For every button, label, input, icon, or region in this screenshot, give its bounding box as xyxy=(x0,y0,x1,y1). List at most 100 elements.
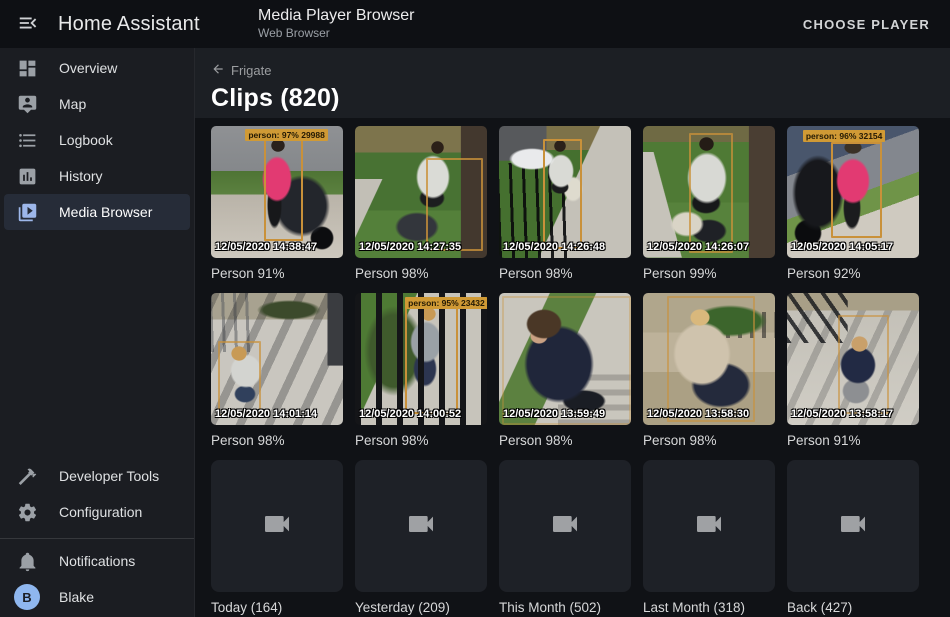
list-bulleted-icon xyxy=(16,129,38,151)
folder-card[interactable]: Yesterday (209) xyxy=(355,460,487,616)
detection-label: person: 97% 29988 xyxy=(245,129,328,141)
folder-tile xyxy=(787,460,919,592)
clip-timestamp: 12/05/2020 14:38:47 xyxy=(215,241,317,253)
detection-bounding-box xyxy=(264,137,304,241)
sidebar-item-notifications[interactable]: Notifications xyxy=(4,543,190,579)
view-dashboard-icon xyxy=(16,57,38,79)
clip-caption: Person 98% xyxy=(643,432,775,449)
sidebar-item-developer-tools[interactable]: Developer Tools xyxy=(4,458,190,494)
clip-timestamp: 12/05/2020 14:05:17 xyxy=(791,241,893,253)
sidebar-item-user[interactable]: B Blake xyxy=(4,579,190,615)
page-header-subtitle: Web Browser xyxy=(258,26,415,41)
clip-timestamp: 12/05/2020 14:00:52 xyxy=(359,408,461,420)
clip-timestamp: 12/05/2020 13:58:17 xyxy=(791,408,893,420)
detection-bounding-box xyxy=(689,133,733,253)
menu-toggle-button[interactable] xyxy=(4,0,52,48)
bell-icon xyxy=(16,550,38,572)
folder-tile xyxy=(211,460,343,592)
breadcrumb-back-button[interactable]: Frigate xyxy=(194,48,271,79)
video-camera-icon xyxy=(543,508,587,545)
clip-card[interactable]: 12/05/2020 14:26:07 Person 99% xyxy=(643,126,775,282)
breadcrumb-label: Frigate xyxy=(231,63,271,78)
sidebar-item-label: Notifications xyxy=(59,553,135,569)
clip-thumbnail: 12/05/2020 13:59:49 xyxy=(499,293,631,425)
clip-card[interactable]: person: 95% 23432 12/05/2020 14:00:52 Pe… xyxy=(355,293,487,449)
detection-label: person: 96% 32154 xyxy=(803,130,886,142)
folder-card[interactable]: Today (164) xyxy=(211,460,343,616)
gear-icon xyxy=(16,501,38,523)
clip-thumbnail: person: 96% 32154 12/05/2020 14:05:17 xyxy=(787,126,919,258)
clip-caption: Person 98% xyxy=(211,432,343,449)
choose-player-button[interactable]: CHOOSE PLAYER xyxy=(797,0,936,48)
detection-label: person: 95% 23432 xyxy=(405,297,487,309)
clip-card[interactable]: 12/05/2020 14:01:14 Person 98% xyxy=(211,293,343,449)
clip-timestamp: 12/05/2020 14:27:35 xyxy=(359,241,461,253)
clip-card[interactable]: 12/05/2020 14:27:35 Person 98% xyxy=(355,126,487,282)
sidebar-divider xyxy=(0,538,194,539)
clip-caption: Person 98% xyxy=(355,432,487,449)
user-name: Blake xyxy=(59,589,94,605)
clip-card[interactable]: person: 96% 32154 12/05/2020 14:05:17 Pe… xyxy=(787,126,919,282)
folder-caption: Yesterday (209) xyxy=(355,599,487,616)
page-title: Clips (820) xyxy=(194,79,950,113)
video-camera-icon xyxy=(687,508,731,545)
clip-caption: Person 99% xyxy=(643,265,775,282)
clip-thumbnail: 12/05/2020 14:26:48 xyxy=(499,126,631,258)
sidebar-item-label: Developer Tools xyxy=(59,468,159,484)
clip-card[interactable]: 12/05/2020 13:58:17 Person 91% xyxy=(787,293,919,449)
sidebar-item-configuration[interactable]: Configuration xyxy=(4,494,190,530)
clip-card[interactable]: person: 97% 29988 12/05/2020 14:38:47 Pe… xyxy=(211,126,343,282)
sidebar-item-label: Map xyxy=(59,96,86,112)
sidebar-item-overview[interactable]: Overview xyxy=(4,50,190,86)
sidebar-item-label: Overview xyxy=(59,60,117,76)
video-camera-icon xyxy=(255,508,299,545)
hammer-icon xyxy=(16,465,38,487)
clip-timestamp: 12/05/2020 14:26:07 xyxy=(647,241,749,253)
folder-card[interactable]: Last Month (318) xyxy=(643,460,775,616)
clip-card[interactable]: 12/05/2020 13:58:30 Person 98% xyxy=(643,293,775,449)
detection-bounding-box xyxy=(543,139,583,249)
clip-card[interactable]: 12/05/2020 13:59:49 Person 98% xyxy=(499,293,631,449)
chart-box-icon xyxy=(16,165,38,187)
sidebar-nav: Overview Map Logbook History Media Brows… xyxy=(0,48,194,230)
clip-timestamp: 12/05/2020 14:01:14 xyxy=(215,408,317,420)
sidebar: Overview Map Logbook History Media Brows… xyxy=(0,48,195,617)
clip-thumbnail: 12/05/2020 14:27:35 xyxy=(355,126,487,258)
clip-caption: Person 98% xyxy=(499,432,631,449)
clip-thumbnail: person: 97% 29988 12/05/2020 14:38:47 xyxy=(211,126,343,258)
page-header-title: Media Player Browser xyxy=(258,6,415,26)
clip-thumbnail: 12/05/2020 14:26:07 xyxy=(643,126,775,258)
app-title: Home Assistant xyxy=(58,13,200,36)
detection-bounding-box xyxy=(667,296,755,423)
detection-bounding-box xyxy=(405,305,458,415)
page-header: Media Player Browser Web Browser xyxy=(258,6,415,41)
menu-open-icon xyxy=(17,12,39,37)
clip-timestamp: 12/05/2020 13:59:49 xyxy=(503,408,605,420)
sidebar-item-map[interactable]: Map xyxy=(4,86,190,122)
sidebar-item-label: Logbook xyxy=(59,132,113,148)
sidebar-item-label: Configuration xyxy=(59,504,142,520)
arrow-left-icon xyxy=(211,62,225,79)
folder-caption: Back (427) xyxy=(787,599,919,616)
sidebar-item-logbook[interactable]: Logbook xyxy=(4,122,190,158)
folder-caption: Today (164) xyxy=(211,599,343,616)
clip-thumbnail: 12/05/2020 13:58:30 xyxy=(643,293,775,425)
clip-timestamp: 12/05/2020 13:58:30 xyxy=(647,408,749,420)
clip-caption: Person 92% xyxy=(787,265,919,282)
clip-card[interactable]: 12/05/2020 14:26:48 Person 98% xyxy=(499,126,631,282)
detection-bounding-box xyxy=(831,142,883,238)
avatar: B xyxy=(14,584,40,610)
sidebar-footer: Developer Tools Configuration Notificati… xyxy=(0,458,194,617)
play-box-multiple-icon xyxy=(16,201,38,223)
folder-card[interactable]: Back (427) xyxy=(787,460,919,616)
sidebar-item-media-browser[interactable]: Media Browser xyxy=(4,194,190,230)
folder-tile xyxy=(355,460,487,592)
folder-card[interactable]: This Month (502) xyxy=(499,460,631,616)
clip-caption: Person 98% xyxy=(499,265,631,282)
video-camera-icon xyxy=(831,508,875,545)
clip-caption: Person 91% xyxy=(787,432,919,449)
sidebar-item-history[interactable]: History xyxy=(4,158,190,194)
clip-thumbnail: 12/05/2020 13:58:17 xyxy=(787,293,919,425)
detection-bounding-box xyxy=(426,158,483,252)
video-camera-icon xyxy=(399,508,443,545)
